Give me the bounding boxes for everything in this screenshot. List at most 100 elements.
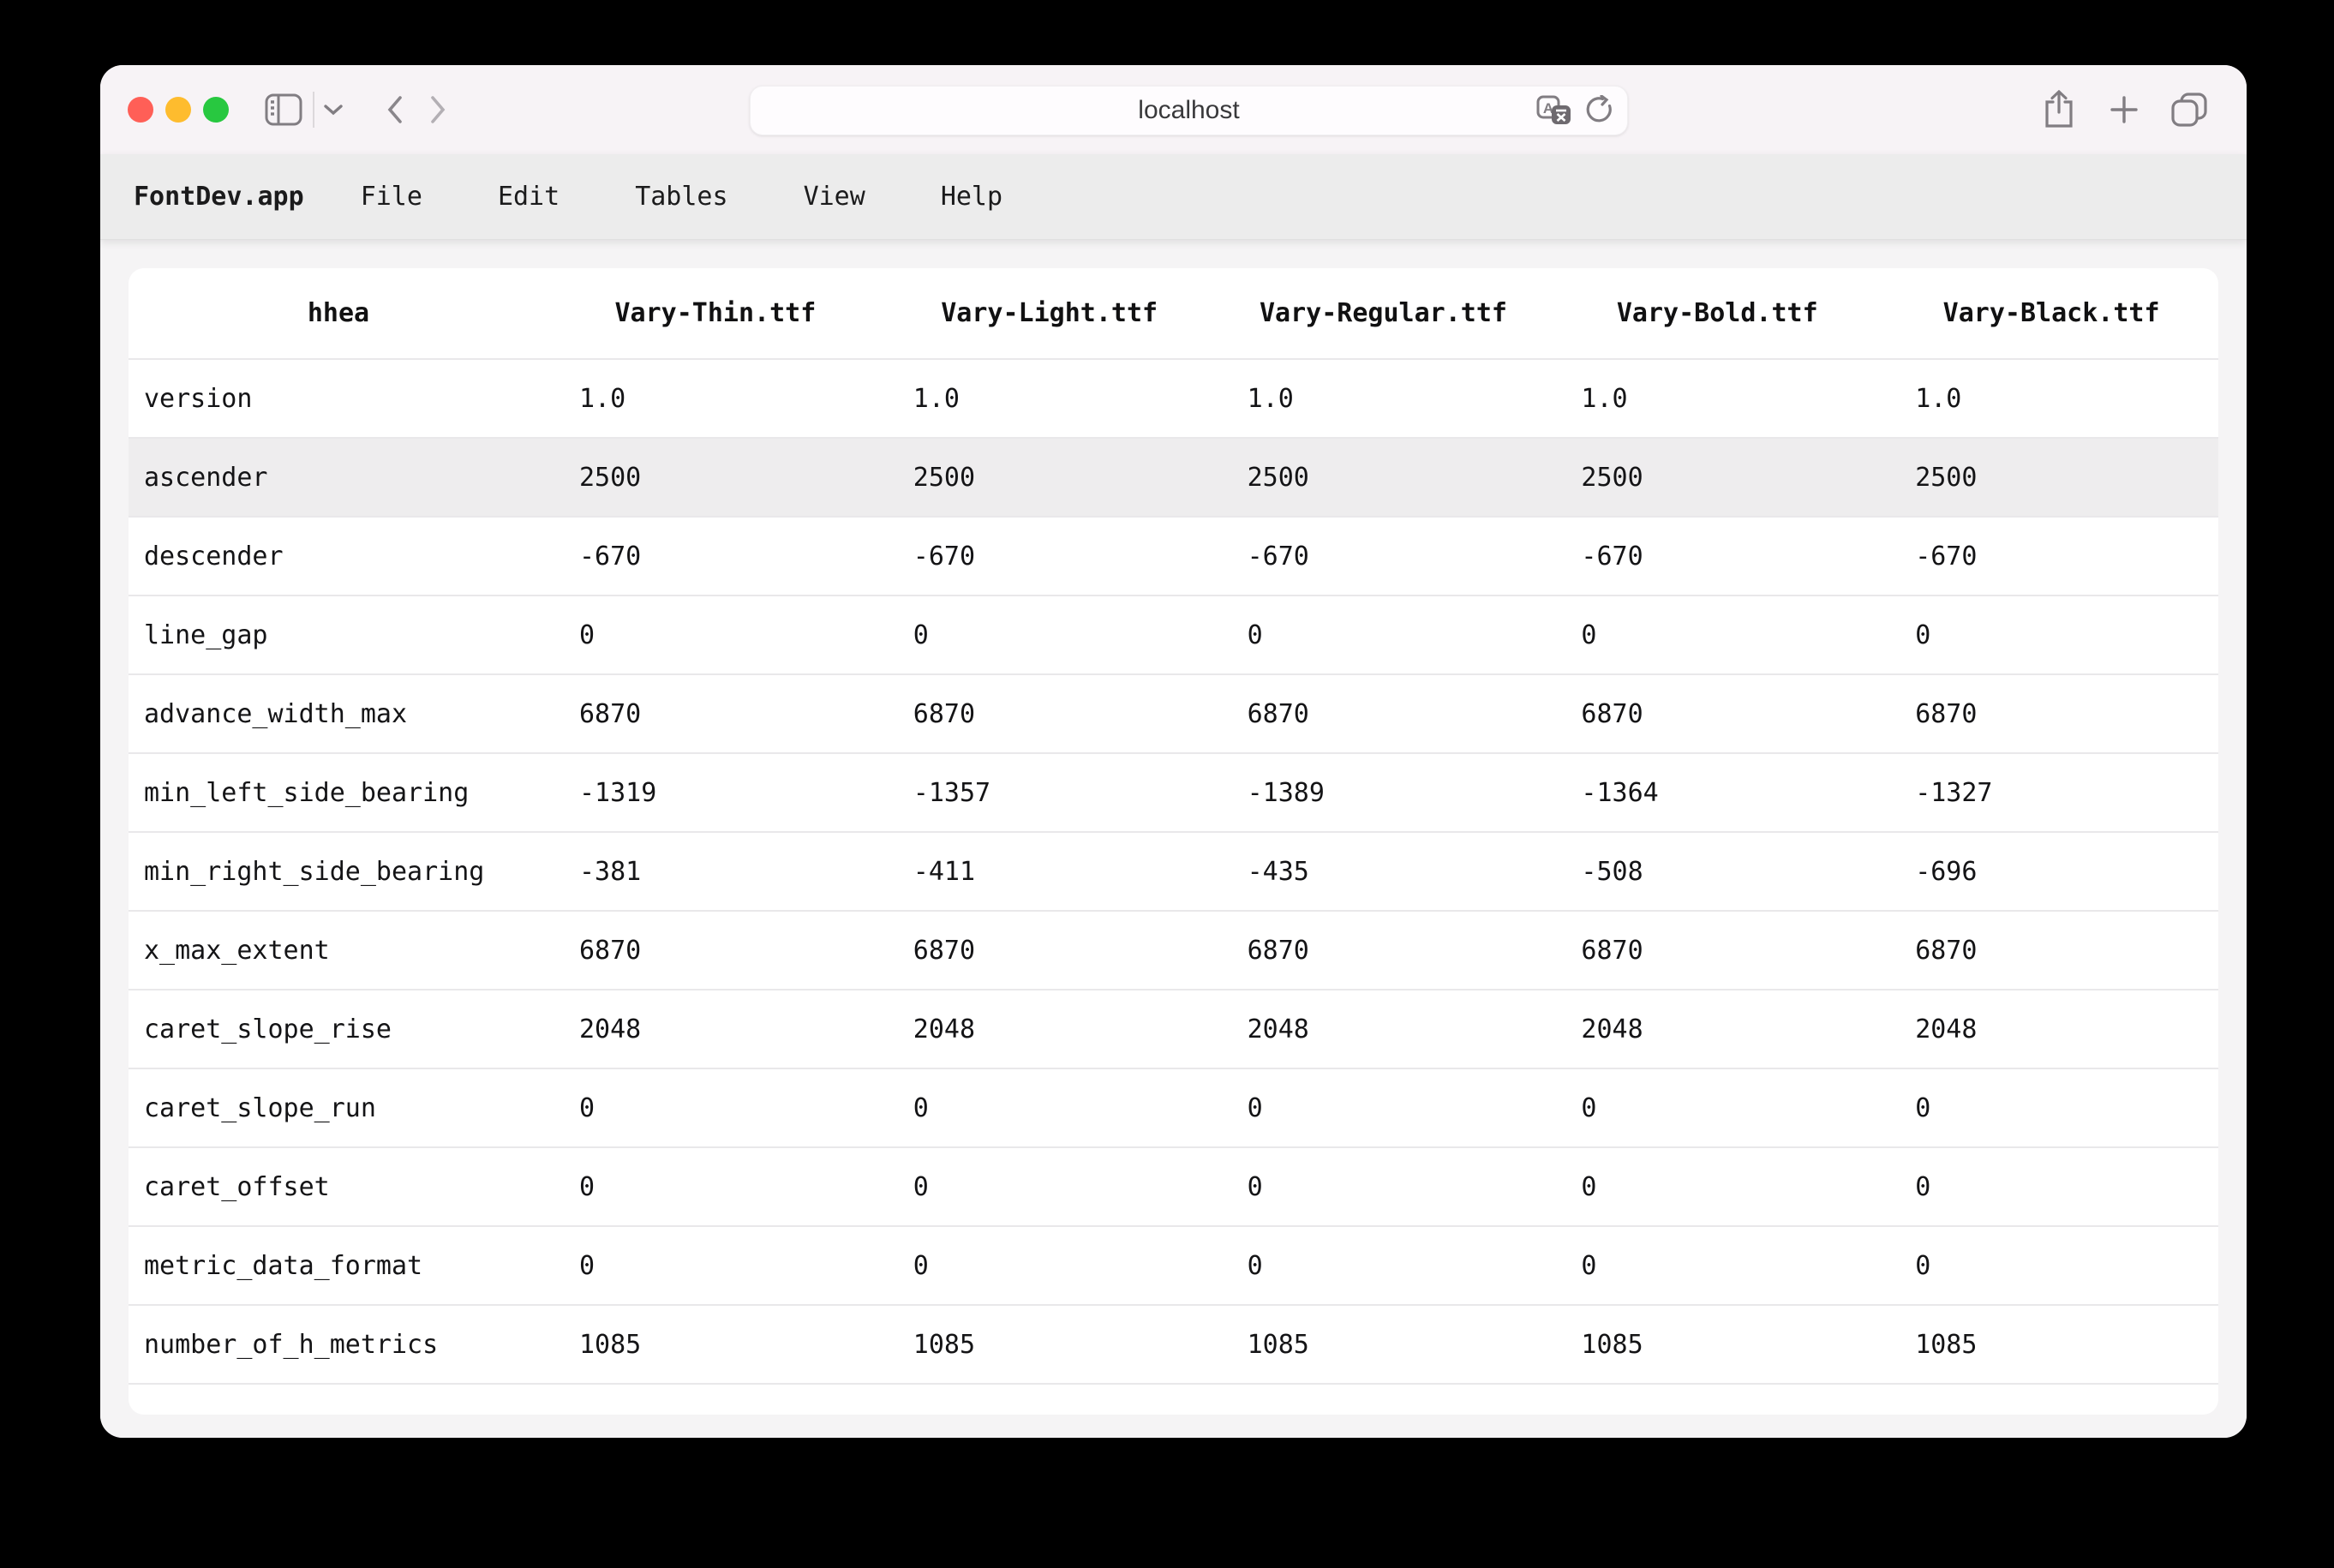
row-label: number_of_h_metrics: [129, 1330, 548, 1360]
table-cell: -435: [1217, 857, 1551, 887]
table-cell: 0: [1550, 1251, 1884, 1281]
table-row[interactable]: ascender 25002500250025002500: [129, 439, 2218, 518]
table-row[interactable]: x_max_extent 68706870687068706870: [129, 912, 2218, 990]
minimize-window-button[interactable]: [165, 97, 191, 123]
table-row[interactable]: min_left_side_bearing -1319-1357-1389-13…: [129, 754, 2218, 833]
column-header-cell: Vary-Regular.ttf: [1217, 298, 1551, 328]
zoom-window-button[interactable]: [203, 97, 229, 123]
table-cell: 2500: [548, 463, 883, 493]
table-cell: 2500: [1884, 463, 2218, 493]
hhea-table: hheaVary-Thin.ttfVary-Light.ttfVary-Regu…: [129, 268, 2218, 1415]
table-cell: -670: [548, 542, 883, 572]
menu-item-view[interactable]: View: [804, 182, 865, 212]
table-cell: -381: [548, 857, 883, 887]
row-label: min_right_side_bearing: [129, 857, 548, 887]
table-cell: 6870: [1884, 699, 2218, 729]
menu-item-help[interactable]: Help: [941, 182, 1002, 212]
table-cell: 0: [548, 1251, 883, 1281]
table-row[interactable]: caret_slope_rise 20482048204820482048: [129, 990, 2218, 1069]
table-cell: 0: [1884, 1251, 2218, 1281]
table-cell: -1327: [1884, 778, 2218, 808]
table-row[interactable]: descender -670-670-670-670-670: [129, 518, 2218, 596]
table-cell: 0: [1217, 1251, 1551, 1281]
table-row[interactable]: number_of_h_metrics 10851085108510851085: [129, 1306, 2218, 1385]
window-controls: [128, 97, 229, 123]
table-cell: 0: [548, 1093, 883, 1123]
row-label: caret_slope_rise: [129, 1014, 548, 1044]
table-cell: -670: [883, 542, 1217, 572]
table-cell: -411: [883, 857, 1217, 887]
table-cell: 0: [883, 1093, 1217, 1123]
page-content: hheaVary-Thin.ttfVary-Light.ttfVary-Regu…: [100, 240, 2247, 1438]
table-cell: 2500: [1217, 463, 1551, 493]
table-row[interactable]: line_gap 00000: [129, 596, 2218, 675]
menu-item-edit[interactable]: Edit: [498, 182, 560, 212]
new-tab-icon[interactable]: [2104, 93, 2144, 127]
menu-item-file[interactable]: File: [361, 182, 422, 212]
table-cell: -508: [1550, 857, 1884, 887]
menu-items: File Edit Tables View Help: [361, 182, 1002, 212]
table-cell: 6870: [548, 699, 883, 729]
table-cell: 1.0: [1550, 384, 1884, 414]
table-cell: -1319: [548, 778, 883, 808]
table-cell: 0: [1217, 1093, 1551, 1123]
table-cell: 6870: [883, 699, 1217, 729]
table-cell: 2048: [883, 1014, 1217, 1044]
back-icon[interactable]: [386, 95, 404, 124]
app-menubar: FontDev.app File Edit Tables View Help: [100, 154, 2247, 240]
table-row[interactable]: advance_width_max 68706870687068706870: [129, 675, 2218, 754]
table-row[interactable]: version 1.01.01.01.01.0: [129, 360, 2218, 439]
forward-icon[interactable]: [429, 95, 446, 124]
table-cell: 2500: [883, 463, 1217, 493]
table-cell: 0: [1884, 1093, 2218, 1123]
table-cell: 0: [883, 620, 1217, 650]
row-label: caret_slope_run: [129, 1093, 548, 1123]
table-row[interactable]: min_right_side_bearing -381-411-435-508-…: [129, 833, 2218, 912]
table-cell: 0: [883, 1251, 1217, 1281]
browser-window: localhost A: [100, 65, 2247, 1438]
table-cell: 6870: [1217, 936, 1551, 966]
table-title-cell: hhea: [129, 298, 548, 328]
table-cell: 6870: [1217, 699, 1551, 729]
table-cell: 0: [883, 1172, 1217, 1202]
row-label: metric_data_format: [129, 1251, 548, 1281]
table-cell: 1.0: [883, 384, 1217, 414]
row-label: advance_width_max: [129, 699, 548, 729]
table-cell: 1085: [883, 1330, 1217, 1360]
table-cell: 2048: [1884, 1014, 2218, 1044]
close-window-button[interactable]: [128, 97, 153, 123]
table-row[interactable]: caret_slope_run 00000: [129, 1069, 2218, 1148]
column-header-cell: Vary-Black.ttf: [1884, 298, 2218, 328]
table-row[interactable]: metric_data_format 00000: [129, 1227, 2218, 1306]
table-cell: 0: [1884, 620, 2218, 650]
reload-icon[interactable]: [1584, 95, 1613, 126]
column-header-cell: Vary-Bold.ttf: [1550, 298, 1884, 328]
table-cell: 2048: [1550, 1014, 1884, 1044]
table-cell: 1085: [1550, 1330, 1884, 1360]
chevron-down-icon[interactable]: [323, 104, 344, 116]
column-header-cell: Vary-Thin.ttf: [548, 298, 883, 328]
sidebar-toggle-icon[interactable]: [265, 93, 302, 126]
table-cell: 1085: [1217, 1330, 1551, 1360]
share-icon[interactable]: [2039, 90, 2079, 129]
table-body: version 1.01.01.01.01.0 ascender 2500250…: [129, 360, 2218, 1385]
row-label: descender: [129, 542, 548, 572]
table-row[interactable]: caret_offset 00000: [129, 1148, 2218, 1227]
table-cell: 1.0: [1884, 384, 2218, 414]
table-cell: -696: [1884, 857, 2218, 887]
column-header-cell: Vary-Light.ttf: [883, 298, 1217, 328]
table-cell: 2048: [548, 1014, 883, 1044]
tab-overview-icon[interactable]: [2169, 91, 2209, 129]
table-cell: -1389: [1217, 778, 1551, 808]
menu-item-tables[interactable]: Tables: [635, 182, 727, 212]
table-cell: 6870: [1550, 936, 1884, 966]
translate-icon[interactable]: A: [1536, 95, 1572, 126]
table-cell: 0: [1217, 1172, 1551, 1202]
table-header-row: hheaVary-Thin.ttfVary-Light.ttfVary-Regu…: [129, 268, 2218, 360]
table-cell: 0: [548, 1172, 883, 1202]
address-bar[interactable]: localhost A: [750, 86, 1628, 135]
toolbar-divider: [313, 92, 314, 128]
table-cell: 0: [548, 620, 883, 650]
app-title[interactable]: FontDev.app: [134, 182, 304, 212]
table-cell: 1085: [548, 1330, 883, 1360]
